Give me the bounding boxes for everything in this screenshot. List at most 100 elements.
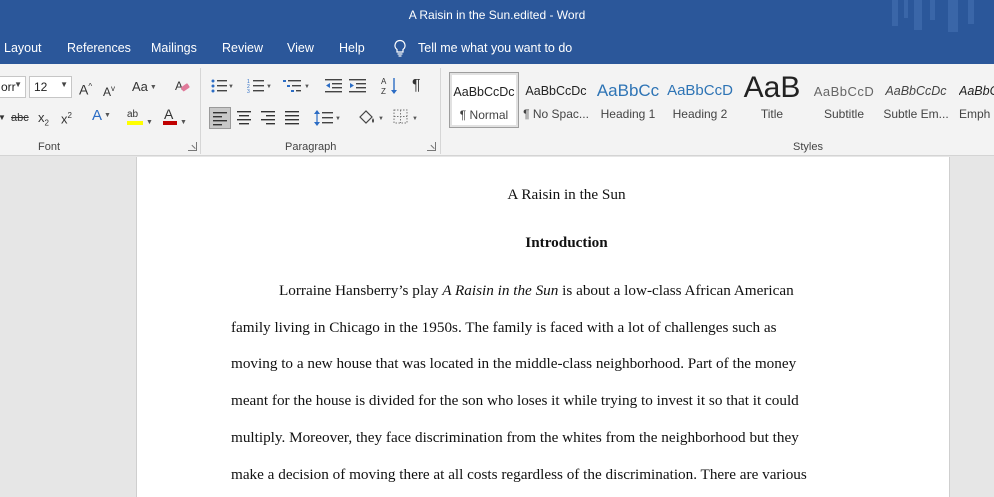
svg-text:▼: ▼ (228, 84, 233, 90)
superscript-icon[interactable]: x2 (61, 108, 72, 127)
paragraph-dialog-launcher-icon[interactable] (427, 142, 436, 151)
line-spacing-icon[interactable]: ▼ (314, 109, 342, 131)
svg-text:3: 3 (247, 89, 250, 94)
strikethrough-icon[interactable]: abc (11, 110, 29, 126)
subscript-icon[interactable]: x2 (38, 110, 49, 132)
style-preview: AaBbCc (596, 81, 660, 100)
svg-text:ab: ab (127, 109, 139, 120)
tab-mailings[interactable]: Mailings (151, 41, 197, 55)
svg-text:▼: ▼ (335, 116, 341, 122)
align-center-button[interactable] (236, 110, 252, 130)
align-right-button[interactable] (260, 110, 276, 130)
title-bar-decoration (884, 0, 994, 32)
window-title: A Raisin in the Sun.edited - Word (408, 8, 586, 22)
text-highlight-icon[interactable]: ab ▼ (126, 106, 153, 131)
group-separator (440, 68, 441, 154)
lightbulb-icon (394, 39, 406, 57)
tab-references[interactable]: References (67, 41, 131, 55)
text-effects-icon[interactable]: A ▼ (92, 107, 111, 124)
svg-text:A: A (381, 77, 387, 86)
style-preview: AaBbCcDc (525, 84, 587, 98)
svg-text:▼: ▼ (304, 84, 310, 90)
change-case-icon[interactable]: Aa ▼ (132, 79, 157, 96)
font-group-label: Font (38, 141, 61, 153)
document-title: A Raisin in the Sun (507, 186, 626, 203)
font-size-combo[interactable]: 12 ▼ (29, 76, 72, 98)
svg-text:A: A (164, 106, 174, 122)
ribbon-tabs: Layout References Mailings Review View H… (0, 32, 994, 64)
tab-view[interactable]: View (287, 41, 314, 55)
strikethrough-icon-partial[interactable]: ▼ (0, 110, 6, 126)
style-no-spacing[interactable]: AaBbCcDc ¶ No Spac... (521, 72, 591, 128)
borders-icon[interactable]: ▼ (393, 109, 423, 129)
shrink-font-icon[interactable]: Av (103, 81, 115, 100)
decrease-indent-icon[interactable] (325, 78, 343, 98)
paragraph-first-line: Lorraine Hansberry’s play A Raisin in th… (279, 282, 794, 300)
document-heading: Introduction (525, 234, 608, 251)
grow-font-icon[interactable]: A^ (79, 79, 92, 98)
font-color-icon[interactable]: A ▼ (162, 106, 187, 131)
style-name: Heading 1 (600, 107, 656, 121)
paragraph-group-label: Paragraph (285, 141, 337, 153)
paragraph-text: Lorraine Hansberry’s play (279, 282, 443, 299)
styles-gallery: AaBbCcDc ¶ Normal AaBbCcDc ¶ No Spac... … (449, 71, 994, 128)
svg-text:▼: ▼ (266, 84, 272, 90)
group-separator (200, 68, 201, 154)
vertical-scrollbar[interactable] (950, 157, 994, 490)
style-preview: AaBbC (959, 84, 994, 98)
style-preview: AaBbCcD (667, 82, 733, 99)
font-dialog-launcher-icon[interactable] (188, 142, 197, 151)
style-name: Heading 2 (672, 107, 728, 121)
tab-review[interactable]: Review (222, 41, 263, 55)
font-size-value: 12 (34, 80, 48, 94)
tell-me-text: Tell me what you want to do (418, 41, 573, 55)
ribbon: orr ▼ 12 ▼ A^ Av Aa ▼ A ▼ abc x2 x2 A ▼ ab… (0, 64, 994, 156)
style-name: ¶ Normal (459, 108, 509, 122)
style-subtitle[interactable]: AaBbCcD Subtitle (809, 72, 879, 128)
style-name: Emph (959, 107, 991, 121)
paragraph-line: meant for the house is divided for the s… (231, 392, 799, 409)
tab-help[interactable]: Help (339, 41, 365, 55)
justify-button[interactable] (284, 110, 300, 130)
style-preview: AaB (743, 71, 801, 104)
chevron-down-icon: ▼ (60, 80, 68, 89)
play-title-italic: A Raisin in the Sun (442, 282, 559, 299)
style-preview: AaBbCcDc (453, 85, 515, 99)
clear-formatting-icon[interactable]: A (174, 78, 190, 98)
style-subtle-emphasis[interactable]: AaBbCcDc Subtle Em... (881, 72, 951, 128)
paragraph-line: make a decision of moving there at all c… (231, 466, 807, 483)
style-title[interactable]: AaB Title (737, 71, 807, 128)
tab-layout[interactable]: Layout (4, 41, 42, 55)
increase-indent-icon[interactable] (349, 78, 367, 98)
paragraph-line: multiply. Moreover, they face discrimina… (231, 429, 799, 446)
style-name: Title (760, 107, 784, 121)
styles-group-label: Styles (793, 141, 823, 153)
svg-text:Z: Z (381, 87, 386, 96)
svg-text:▼: ▼ (378, 116, 384, 122)
paragraph-text: is about a low-class African American (558, 282, 794, 299)
title-bar: A Raisin in the Sun.edited - Word (0, 0, 994, 32)
style-normal[interactable]: AaBbCcDc ¶ Normal (449, 72, 519, 128)
bullets-icon[interactable]: ▼ (211, 78, 234, 98)
style-name: Subtitle (823, 107, 865, 121)
style-preview: AaBbCcD (813, 84, 875, 99)
align-left-button[interactable] (209, 107, 231, 133)
style-heading-1[interactable]: AaBbCc Heading 1 (593, 72, 663, 128)
sort-icon[interactable]: AZ (381, 76, 399, 100)
style-name: Subtle Em... (883, 107, 949, 121)
font-name-combo[interactable]: orr ▼ (0, 76, 26, 98)
paragraph-line: moving to a new house that was located i… (231, 355, 797, 372)
show-formatting-marks-icon[interactable]: ¶ (412, 78, 421, 94)
chevron-down-icon: ▼ (14, 80, 22, 89)
paragraph-line: family living in Chicago in the 1950s. T… (231, 319, 777, 336)
multilevel-list-icon[interactable]: ▼ (283, 78, 311, 98)
style-preview: AaBbCcDc (885, 84, 947, 98)
style-name: ¶ No Spac... (523, 107, 589, 121)
shading-icon[interactable]: ▼ (356, 108, 386, 130)
svg-text:▼: ▼ (412, 116, 418, 122)
style-emphasis[interactable]: AaBbC Emph (953, 72, 994, 128)
numbering-icon[interactable]: 1 2 3 ▼ (247, 78, 273, 98)
style-heading-2[interactable]: AaBbCcD Heading 2 (665, 72, 735, 128)
tell-me-search[interactable]: Tell me what you want to do (392, 39, 572, 57)
svg-text:A: A (175, 79, 183, 93)
